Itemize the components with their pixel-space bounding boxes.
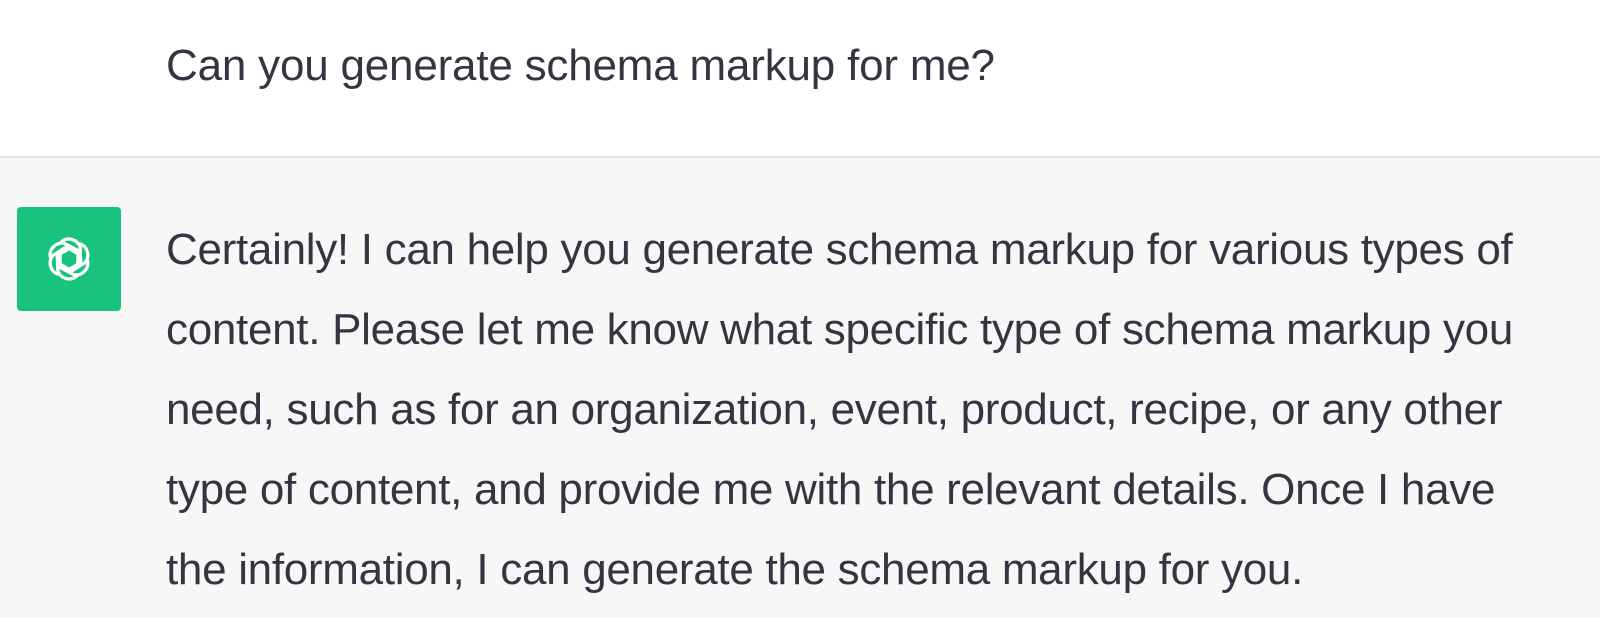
assistant-message-line: Certainly! I can help you generate schem… (166, 225, 1513, 274)
chat-thread: Can you generate schema markup for me? C… (0, 0, 1600, 618)
assistant-message-line: need, such as for an organization, event… (166, 385, 1503, 434)
openai-logo-icon (48, 237, 90, 281)
assistant-avatar (17, 207, 121, 311)
user-message: Can you generate schema markup for me? (0, 0, 1600, 158)
assistant-message-line: the information, I can generate the sche… (166, 545, 1303, 594)
user-message-text: Can you generate schema markup for me? (166, 41, 995, 90)
assistant-message-text: Certainly! I can help you generate schem… (166, 210, 1586, 610)
assistant-message: Certainly! I can help you generate schem… (0, 158, 1600, 618)
assistant-message-line: content. Please let me know what specifi… (166, 305, 1514, 354)
assistant-message-line: type of content, and provide me with the… (166, 465, 1496, 514)
